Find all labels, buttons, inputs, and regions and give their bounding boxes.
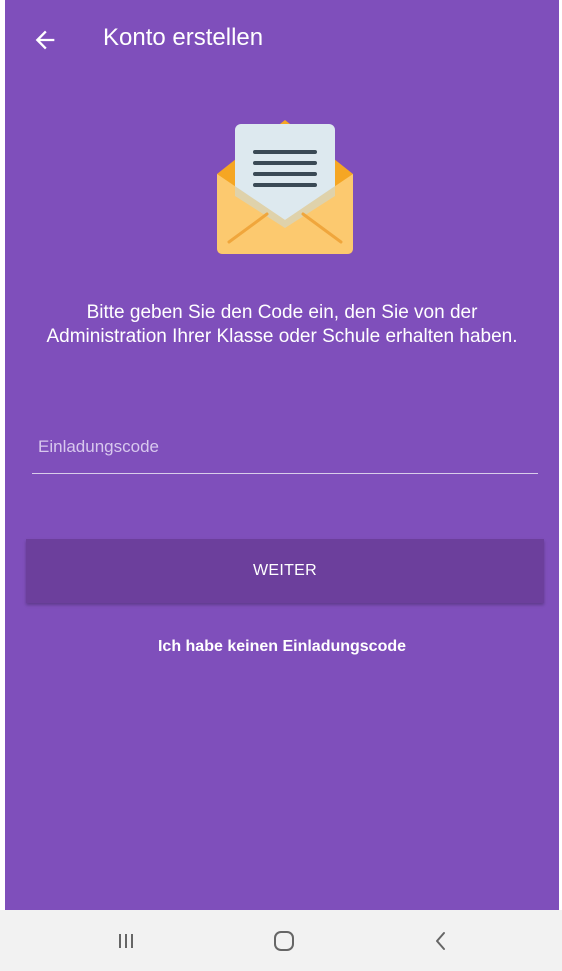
back-button[interactable]: [27, 22, 63, 58]
system-nav-bar: [0, 910, 562, 971]
open-envelope-letter-icon: [217, 120, 353, 254]
system-back-button[interactable]: [401, 910, 481, 971]
code-input-field: [32, 428, 538, 474]
home-button[interactable]: [244, 910, 324, 971]
system-back-icon: [436, 931, 445, 950]
home-icon: [274, 930, 294, 951]
page-title: Konto erstellen: [103, 24, 264, 51]
no-code-link[interactable]: Ich habe keinen Einladungscode: [5, 638, 559, 656]
screen: Konto erstellen Bitte geben Sie den Code…: [5, 0, 559, 910]
app-bar: Konto erstellen: [5, 0, 559, 80]
recents-icon: [119, 933, 133, 948]
invitation-code-input[interactable]: [32, 428, 538, 473]
weiter-button[interactable]: WEITER: [26, 539, 544, 603]
arrow-left-icon: [35, 30, 55, 50]
instruction-text: Bitte geben Sie den Code ein, den Sie vo…: [46, 302, 518, 347]
recents-button[interactable]: [86, 910, 166, 971]
